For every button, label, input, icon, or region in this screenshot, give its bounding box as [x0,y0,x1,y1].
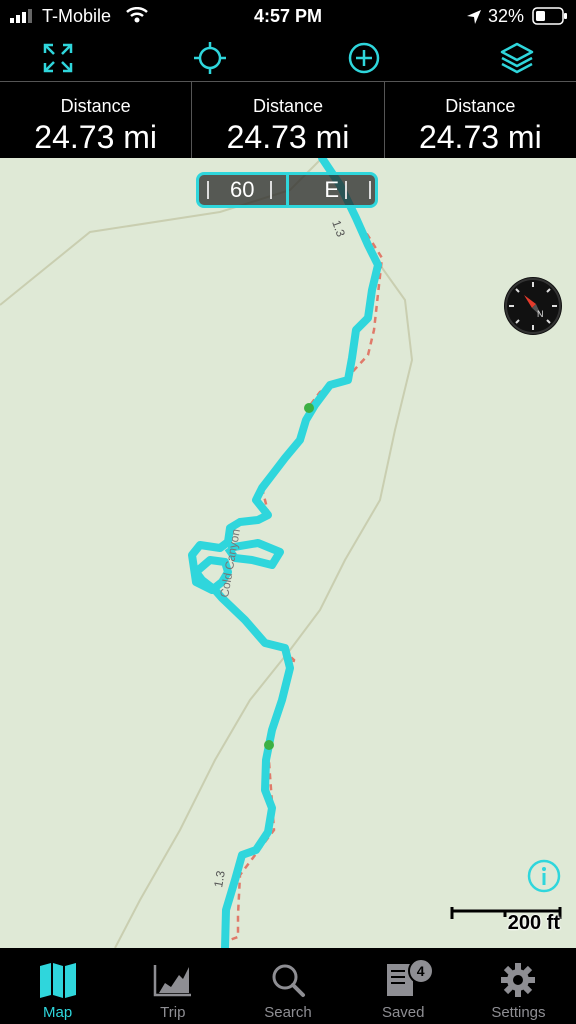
stat-label: Distance [445,96,516,116]
stat-value: 24.73 mi [418,119,542,155]
stat-cell[interactable]: Distance 24.73 mi [0,82,193,159]
locate-icon [194,42,226,74]
info-button[interactable] [527,859,561,893]
compass-button[interactable]: N [504,277,562,335]
location-arrow-icon [467,10,481,24]
saved-badge: 4 [407,958,434,984]
waypoint-marker [304,403,314,413]
search-icon [272,964,305,997]
add-button[interactable] [342,36,386,80]
compass-icon: N [505,278,561,334]
trail-label: 1.3 [211,869,228,888]
layers-icon [500,42,534,74]
tab-bar: Map Trip Search 4 Saved Settings [0,948,576,1024]
chart-icon [153,965,191,997]
tab-map[interactable]: Map [0,948,115,1024]
heading-value: E [324,177,340,202]
tab-label: Search [264,1004,312,1021]
add-icon [348,42,380,74]
map-icon [39,963,76,998]
stat-label: Distance [60,96,131,116]
heading-speed-hud: 60 E [196,172,378,208]
layers-button[interactable] [495,36,539,80]
tab-label: Map [43,1004,73,1021]
tab-label: Trip [160,1004,186,1021]
hud-speed: 60 [199,175,286,205]
map-canvas: 1.3 1.3 Cold Canyon [0,158,414,948]
stat-cell[interactable]: Distance 24.73 mi [385,82,576,159]
trail-label: 1.3 [329,218,348,239]
info-icon [527,859,561,893]
gear-icon [501,963,536,997]
stats-panel: Distance 24.73 mi Distance 24.73 mi Dist… [0,81,576,159]
tab-settings[interactable]: Settings [461,948,576,1024]
expand-button[interactable] [36,36,80,80]
stat-value: 24.73 mi [226,119,350,155]
battery-percent: 32% [488,6,525,26]
map-toolbar [0,32,576,80]
svg-text:N: N [537,309,544,319]
status-bar: T-Mobile 4:57 PM 32% [0,0,576,32]
waypoint-marker [264,740,274,750]
locate-button[interactable] [188,36,232,80]
tab-label: Settings [491,1004,546,1021]
speed-value: 60 [230,177,255,202]
stat-label: Distance [252,96,323,116]
battery-icon [532,7,567,25]
stat-value: 24.73 mi [34,119,158,155]
tab-saved[interactable]: 4 Saved [346,948,461,1024]
tab-search[interactable]: Search [230,948,345,1024]
expand-icon [43,43,73,73]
scale-label: 200 ft [507,912,560,934]
tab-trip[interactable]: Trip [115,948,230,1024]
stat-cell[interactable]: Distance 24.73 mi [192,82,385,159]
hud-heading: E [285,175,376,205]
tab-label: Saved [381,1004,425,1021]
map-view[interactable]: 1.3 1.3 Cold Canyon [0,158,576,948]
